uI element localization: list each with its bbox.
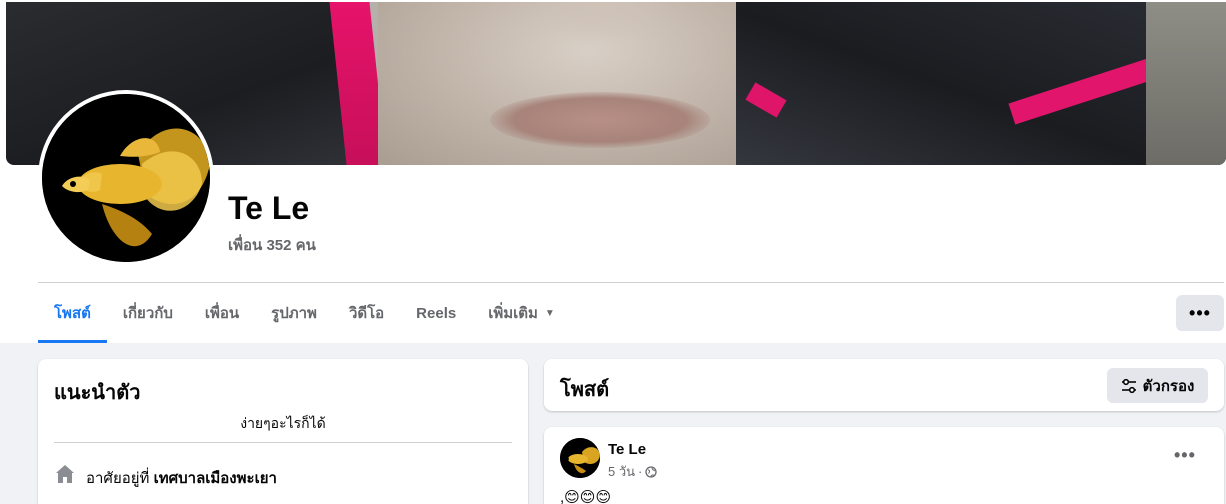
posts-header-card: โพสต์ ตัวกรอง: [544, 359, 1224, 411]
friend-count[interactable]: เพื่อน 352 คน: [228, 233, 316, 257]
tab-reels[interactable]: Reels: [400, 283, 472, 343]
tab-label: เพื่อน: [204, 305, 240, 322]
ellipsis-icon: •••: [1174, 445, 1196, 465]
lives-in-place[interactable]: เทศบาลเมืองพะเยา: [154, 470, 277, 487]
home-icon: [56, 465, 74, 483]
profile-header: Te Le เพื่อน 352 คน โพสต์ เกี่ยวกับ เพื่…: [0, 0, 1226, 343]
tab-label: โพสต์: [54, 305, 91, 322]
filter-sliders-icon: [1121, 378, 1136, 393]
profile-tabs: โพสต์ เกี่ยวกับ เพื่อน รูปภาพ วิดีโอ Ree…: [38, 283, 571, 343]
tab-friends[interactable]: เพื่อน: [189, 283, 255, 343]
post-more-button[interactable]: •••: [1174, 445, 1196, 466]
tab-more[interactable]: เพิ่มเติม ▼: [472, 283, 571, 343]
tab-label: เพิ่มเติม: [488, 305, 538, 322]
post-author-name[interactable]: Te Le: [608, 441, 646, 458]
tab-videos[interactable]: วิดีโอ: [333, 283, 400, 343]
post-card: Te Le 5 วัน · ••• ,😊😊😊: [544, 427, 1224, 504]
lives-in-text: อาศัยอยู่ที่ เทศบาลเมืองพะเยา: [86, 466, 277, 490]
ellipsis-icon: •••: [1189, 302, 1211, 323]
post-time[interactable]: 5 วัน: [608, 461, 635, 482]
cover-lips: [490, 92, 710, 148]
post-text: ,😊😊😊: [560, 489, 612, 504]
globe-icon: [645, 465, 658, 478]
filter-button[interactable]: ตัวกรอง: [1107, 368, 1208, 403]
tab-posts[interactable]: โพสต์: [38, 283, 107, 343]
post-meta: 5 วัน ·: [608, 461, 658, 482]
post-author-avatar[interactable]: [560, 438, 600, 478]
tab-label: วิดีโอ: [348, 305, 385, 322]
tab-label: รูปภาพ: [271, 305, 317, 322]
lives-in-prefix: อาศัยอยู่ที่: [86, 470, 150, 487]
filter-label: ตัวกรอง: [1142, 377, 1195, 395]
intro-divider: [54, 442, 512, 443]
caret-down-icon: ▼: [544, 307, 555, 319]
profile-more-button[interactable]: •••: [1176, 295, 1224, 331]
intro-bio: ง่ายๆอะไรก็ได้: [240, 415, 326, 431]
tab-photos[interactable]: รูปภาพ: [255, 283, 333, 343]
posts-title: โพสต์: [560, 379, 610, 401]
cover-background-sofa: [1146, 2, 1226, 165]
betta-fish-image: [42, 94, 210, 262]
tab-label: Reels: [416, 304, 457, 322]
meta-separator: ·: [638, 464, 643, 479]
intro-card: แนะนำตัว ง่ายๆอะไรก็ได้ อาศัยอยู่ที่ เทศ…: [38, 359, 528, 504]
tab-label: เกี่ยวกับ: [122, 305, 173, 322]
intro-title: แนะนำตัว: [54, 382, 141, 404]
profile-name: Te Le: [228, 190, 310, 226]
betta-fish-thumbnail: [560, 438, 600, 478]
profile-avatar[interactable]: [42, 94, 210, 262]
tab-about[interactable]: เกี่ยวกับ: [107, 283, 189, 343]
